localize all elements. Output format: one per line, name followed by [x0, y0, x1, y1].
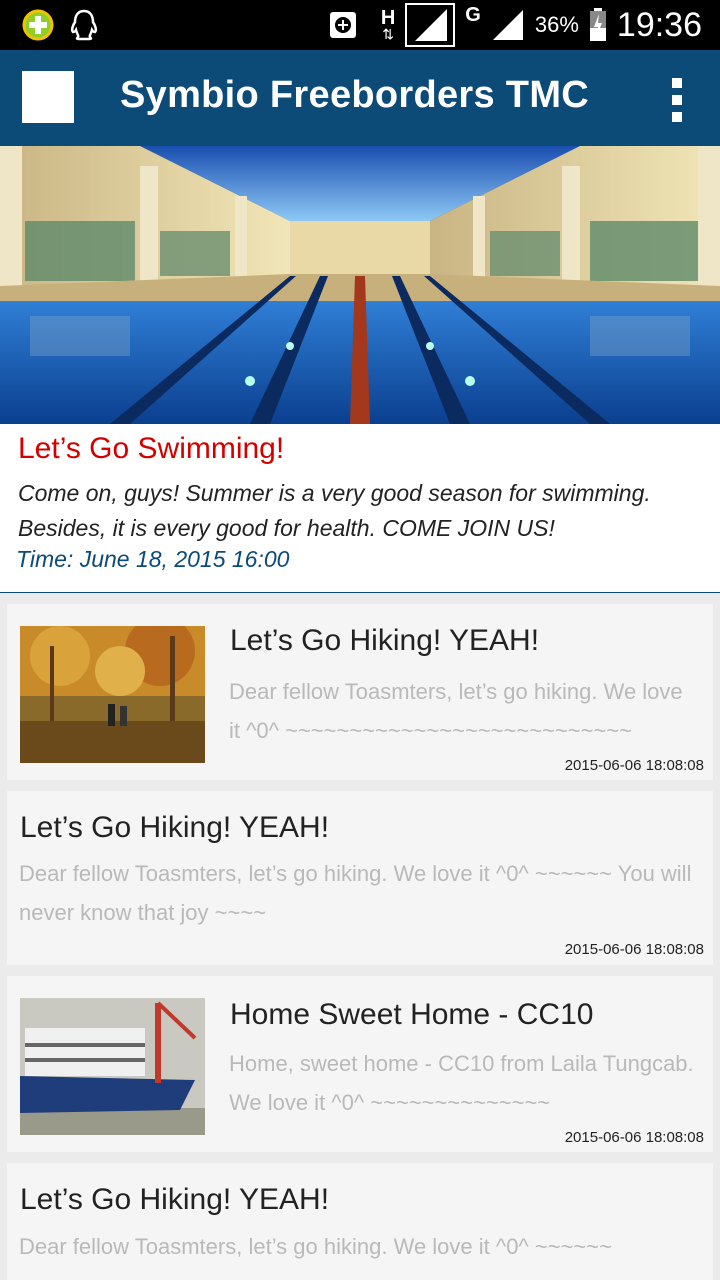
hiking-thumbnail	[20, 626, 205, 763]
post-date: 2015-06-06 18:08:08	[564, 757, 704, 774]
post-title: Let’s Go Hiking! YEAH!	[20, 1183, 330, 1216]
featured-time: Time: June 18, 2015 16:00	[16, 546, 290, 572]
post-title: Let’s Go Hiking! YEAH!	[230, 624, 540, 657]
add-circle-icon	[22, 9, 54, 41]
app-title: Symbio Freeborders TMC	[120, 74, 590, 116]
list-item[interactable]: Let’s Go Hiking! YEAH! Dear fellow Toasm…	[7, 1163, 713, 1280]
network-g-label: G	[465, 4, 481, 26]
post-desc: Home, sweet home - CC10 from Laila Tungc…	[229, 1051, 694, 1115]
post-desc: Dear fellow Toasmters, let’s go hiking. …	[19, 861, 692, 925]
app-logo-icon[interactable]	[22, 71, 74, 123]
overflow-menu-icon[interactable]	[672, 78, 682, 122]
featured-post[interactable]: Let’s Go Swimming! Come on, guys! Summer…	[0, 424, 720, 593]
post-title: Let’s Go Hiking! YEAH!	[20, 811, 330, 844]
qq-penguin-icon	[70, 9, 98, 41]
post-title: Home Sweet Home - CC10	[230, 998, 594, 1031]
swimming-pool-image	[0, 146, 720, 424]
post-desc: Dear fellow Toasmters, let’s go hiking. …	[229, 679, 683, 743]
signal-icon	[405, 3, 456, 47]
list-item[interactable]: Home Sweet Home - CC10 Home, sweet home …	[7, 976, 713, 1152]
battery-icon	[589, 8, 606, 41]
status-bar: H ⇅ G 36% 19:36	[0, 0, 720, 50]
data-arrows-icon: ⇅	[382, 26, 394, 42]
post-desc: Dear fellow Toasmters, let’s go hiking. …	[19, 1234, 612, 1259]
data-saver-icon	[329, 12, 356, 38]
featured-image[interactable]	[0, 146, 720, 424]
list-item[interactable]: Let’s Go Hiking! YEAH! Dear fellow Toasm…	[7, 791, 713, 965]
list-item[interactable]: Let’s Go Hiking! YEAH! Dear fellow Toasm…	[7, 604, 713, 780]
network-h-label: H	[380, 7, 396, 29]
ship-thumbnail	[20, 998, 205, 1135]
app-bar: Symbio Freeborders TMC	[0, 50, 720, 146]
post-date: 2015-06-06 18:08:08	[564, 941, 704, 958]
status-clock: 19:36	[616, 5, 702, 44]
post-date: 2015-06-06 18:08:08	[564, 1129, 704, 1146]
signal-icon	[492, 10, 523, 40]
battery-percent: 36%	[534, 12, 579, 37]
featured-title: Let’s Go Swimming!	[18, 432, 285, 465]
featured-body: Come on, guys! Summer is a very good sea…	[18, 480, 651, 541]
